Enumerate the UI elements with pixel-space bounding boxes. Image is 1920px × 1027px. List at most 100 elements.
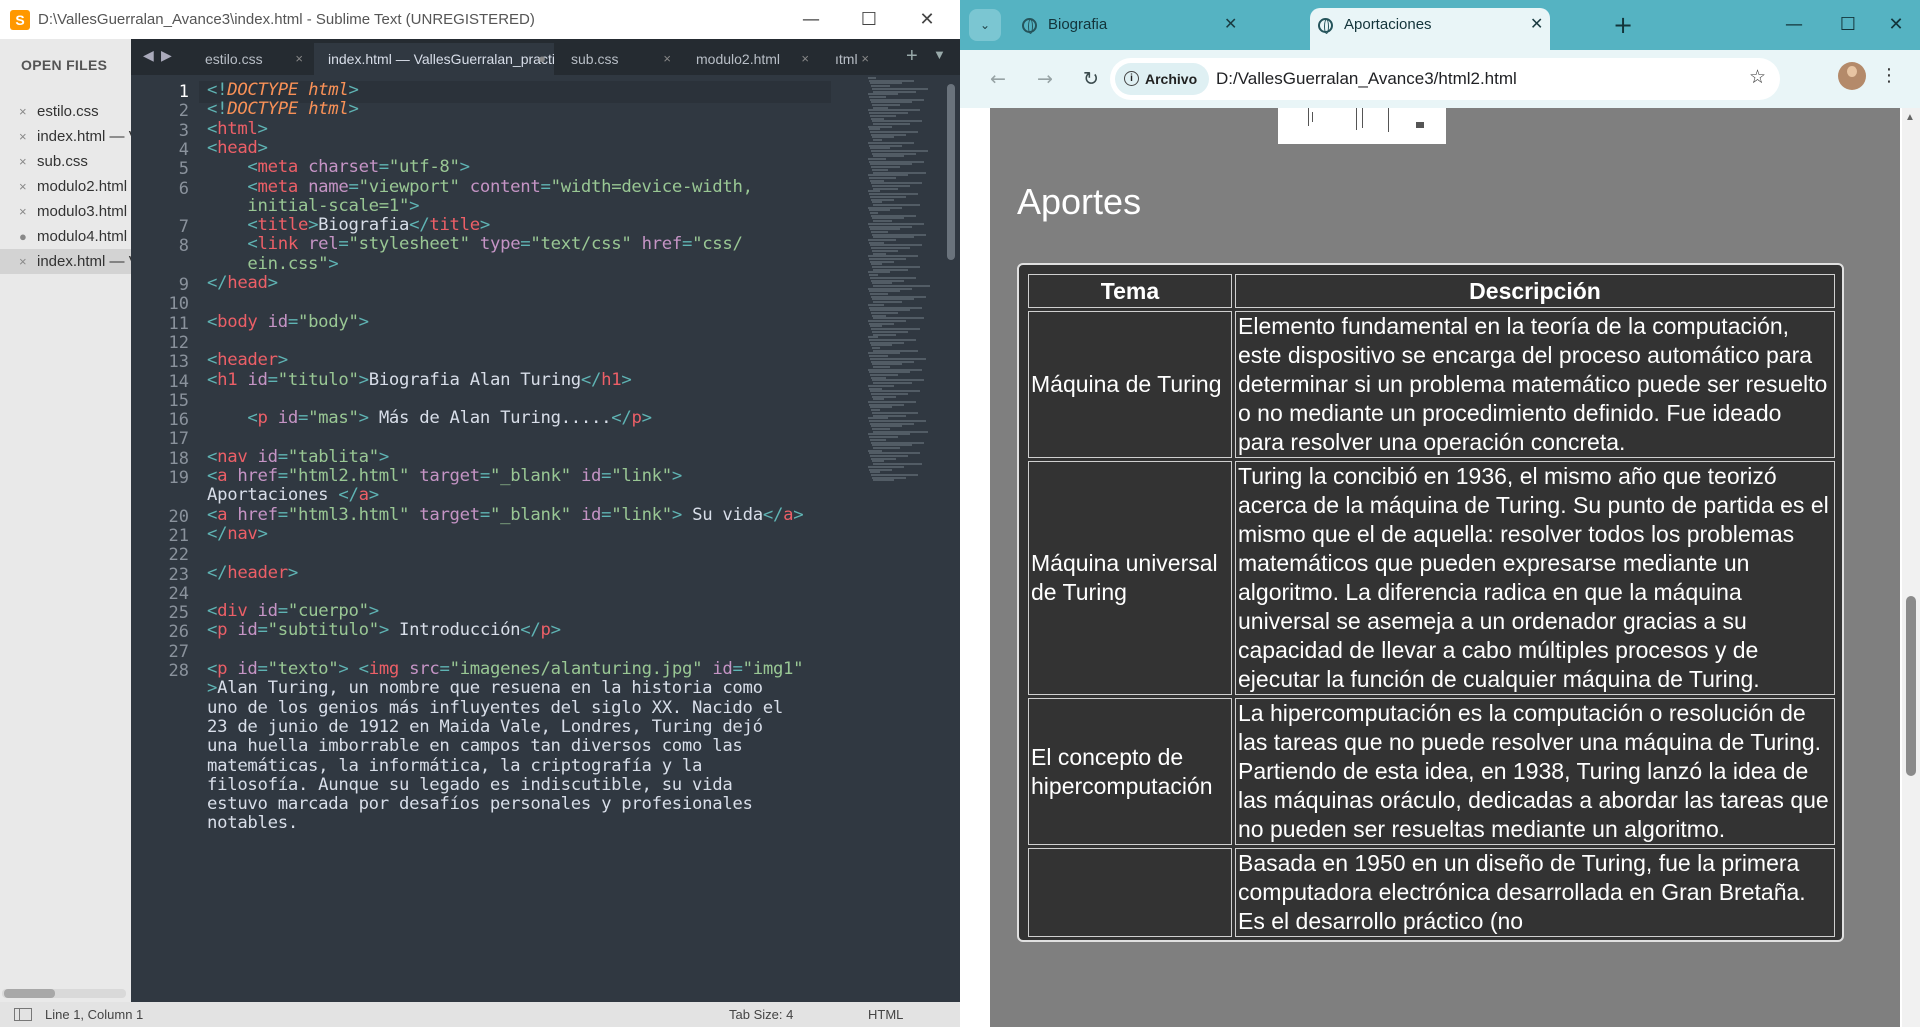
code-line: 23 de junio de 1912 en Maida Vale, Londr… xyxy=(207,717,763,737)
close-file-icon[interactable]: × xyxy=(19,249,37,274)
tab-scroll-left-icon[interactable]: ◀ xyxy=(143,47,154,64)
tab-menu-icon[interactable]: ▼ xyxy=(933,47,946,62)
code-token: > xyxy=(257,137,268,158)
code-token: > xyxy=(793,504,804,525)
code-token: Biografia xyxy=(318,215,410,236)
cursor-position[interactable]: Line 1, Column 1 xyxy=(45,1007,143,1022)
tab-scroll-right-icon[interactable]: ▶ xyxy=(161,47,172,64)
sublime-titlebar[interactable]: S D:\VallesGuerralan_Avance3\index.html … xyxy=(0,0,960,39)
close-button[interactable]: ✕ xyxy=(1876,8,1916,42)
minimap-line xyxy=(870,82,902,85)
sidebar-file-item[interactable]: ● modulo4.html xyxy=(0,224,131,249)
tab-aportaciones[interactable]: Aportaciones ✕ xyxy=(1310,8,1550,50)
scroll-up-icon[interactable]: ▲ xyxy=(1905,112,1915,123)
code-token: > xyxy=(409,195,420,216)
code-token: = xyxy=(479,466,490,486)
code-line: </head> xyxy=(207,273,278,293)
sidebar-file-item[interactable]: × modulo3.html xyxy=(0,199,131,224)
new-tab-icon[interactable]: + xyxy=(1613,11,1633,39)
tab-search-icon[interactable]: ⌄ xyxy=(969,9,1001,41)
code-token: href xyxy=(641,234,683,255)
code-token: < xyxy=(358,659,369,679)
close-file-icon[interactable]: × xyxy=(19,199,37,224)
sidebar-file-item[interactable]: × modulo2.html xyxy=(0,174,131,199)
tab-biografia[interactable]: Biografia ✕ xyxy=(1008,8,1248,50)
code-token: matemáticas, la informática, la criptogr… xyxy=(207,755,703,776)
code-token: Biografia Alan Turing xyxy=(368,369,582,390)
minimap[interactable] xyxy=(868,77,944,497)
bookmark-star-icon[interactable]: ☆ xyxy=(1749,66,1766,88)
line-number: 14 xyxy=(168,371,189,392)
reload-icon[interactable]: ↻ xyxy=(1077,65,1105,93)
tab-close-icon[interactable]: ✕ xyxy=(1224,8,1237,42)
tab-close-icon[interactable]: × xyxy=(663,43,671,75)
maximize-button[interactable]: ☐ xyxy=(846,0,892,39)
code-token: id xyxy=(277,408,299,429)
page-v-scrollbar[interactable] xyxy=(1902,108,1920,1027)
code-editor[interactable]: <!DOCTYPE html> <!DOCTYPE html> <html> <hea… xyxy=(207,75,867,1002)
minimap-line xyxy=(869,338,916,341)
line-number: 27 xyxy=(168,641,189,662)
tab-title: Biografia xyxy=(1048,16,1108,33)
code-token: = xyxy=(520,234,531,255)
close-button[interactable]: ✕ xyxy=(904,0,950,39)
forward-icon[interactable]: → xyxy=(1031,65,1059,93)
code-token: Introducción xyxy=(388,620,521,641)
code-line: <header> xyxy=(207,350,288,370)
minimap-line xyxy=(868,141,914,144)
minimap-line xyxy=(868,239,896,241)
minimize-button[interactable]: — xyxy=(1774,8,1814,42)
tab-close-icon[interactable]: × xyxy=(295,43,303,75)
site-info-chip[interactable]: i Archivo xyxy=(1115,63,1210,95)
code-token: "html3.html" xyxy=(287,504,410,525)
tab-close-icon[interactable]: × xyxy=(861,43,869,75)
profile-avatar[interactable] xyxy=(1838,62,1866,90)
sidebar-file-item[interactable]: ×index.html — Va xyxy=(0,249,131,274)
minimap-line xyxy=(871,263,882,266)
page-v-scroll-thumb[interactable] xyxy=(1906,596,1916,776)
minimize-button[interactable]: — xyxy=(788,0,834,39)
code-token: Más de Alan Turing..... xyxy=(368,408,612,429)
url-text[interactable]: D:/VallesGuerralan_Avance3/html2.html xyxy=(1216,69,1517,89)
code-token: p xyxy=(217,659,228,679)
minimap-line xyxy=(870,276,916,279)
editor-tab[interactable]: estilo.css × xyxy=(191,43,311,75)
close-file-icon[interactable]: × xyxy=(19,174,37,199)
close-file-icon[interactable]: × xyxy=(19,99,37,124)
maximize-button[interactable]: ☐ xyxy=(1828,8,1868,42)
sidebar-file-item[interactable]: × sub.css xyxy=(0,149,131,174)
cell-descripcion: Basada en 1950 en un diseño de Turing, f… xyxy=(1235,848,1835,937)
open-files-header: OPEN FILES xyxy=(21,57,108,73)
editor-tab[interactable]: ıtml × xyxy=(821,43,877,75)
sidebar-file-item[interactable]: ×index.html — Va xyxy=(0,124,131,149)
minimap-line xyxy=(868,384,894,387)
editor-tab[interactable]: index.html — VallesGuerralan_practica2 ● xyxy=(314,43,554,75)
new-tab-icon[interactable]: + xyxy=(906,45,918,68)
more-menu-icon[interactable]: ⋮ xyxy=(1880,65,1898,86)
tab-size-indicator[interactable]: Tab Size: 4 xyxy=(729,1007,793,1022)
address-bar[interactable]: i Archivo D:/VallesGuerralan_Avance3/htm… xyxy=(1110,58,1780,100)
tab-close-icon[interactable]: ✕ xyxy=(1530,8,1543,42)
sidebar-file-item[interactable]: × estilo.css xyxy=(0,99,131,124)
sidebar-h-scroll-thumb[interactable] xyxy=(4,989,55,998)
minimap-line xyxy=(873,430,928,433)
close-file-icon[interactable]: × xyxy=(19,149,37,174)
close-file-icon[interactable]: × xyxy=(19,124,37,149)
editor-tab[interactable]: sub.css × xyxy=(557,43,679,75)
code-token: > xyxy=(348,99,359,120)
code-token: = xyxy=(479,504,490,525)
minimap-line xyxy=(871,117,884,120)
code-line: <a href="html3.html" target="_blank" id=… xyxy=(207,504,804,525)
back-icon[interactable]: ← xyxy=(984,65,1012,93)
panel-toggle-icon[interactable] xyxy=(14,1008,32,1021)
editor-tab[interactable]: modulo2.html × xyxy=(682,43,817,75)
syntax-indicator[interactable]: HTML xyxy=(868,1007,903,1022)
editor-v-scroll-thumb[interactable] xyxy=(947,84,955,260)
unsaved-dot-icon[interactable]: ● xyxy=(19,224,37,249)
unsaved-dot-icon[interactable]: ● xyxy=(538,43,546,75)
tab-close-icon[interactable]: × xyxy=(801,43,809,75)
